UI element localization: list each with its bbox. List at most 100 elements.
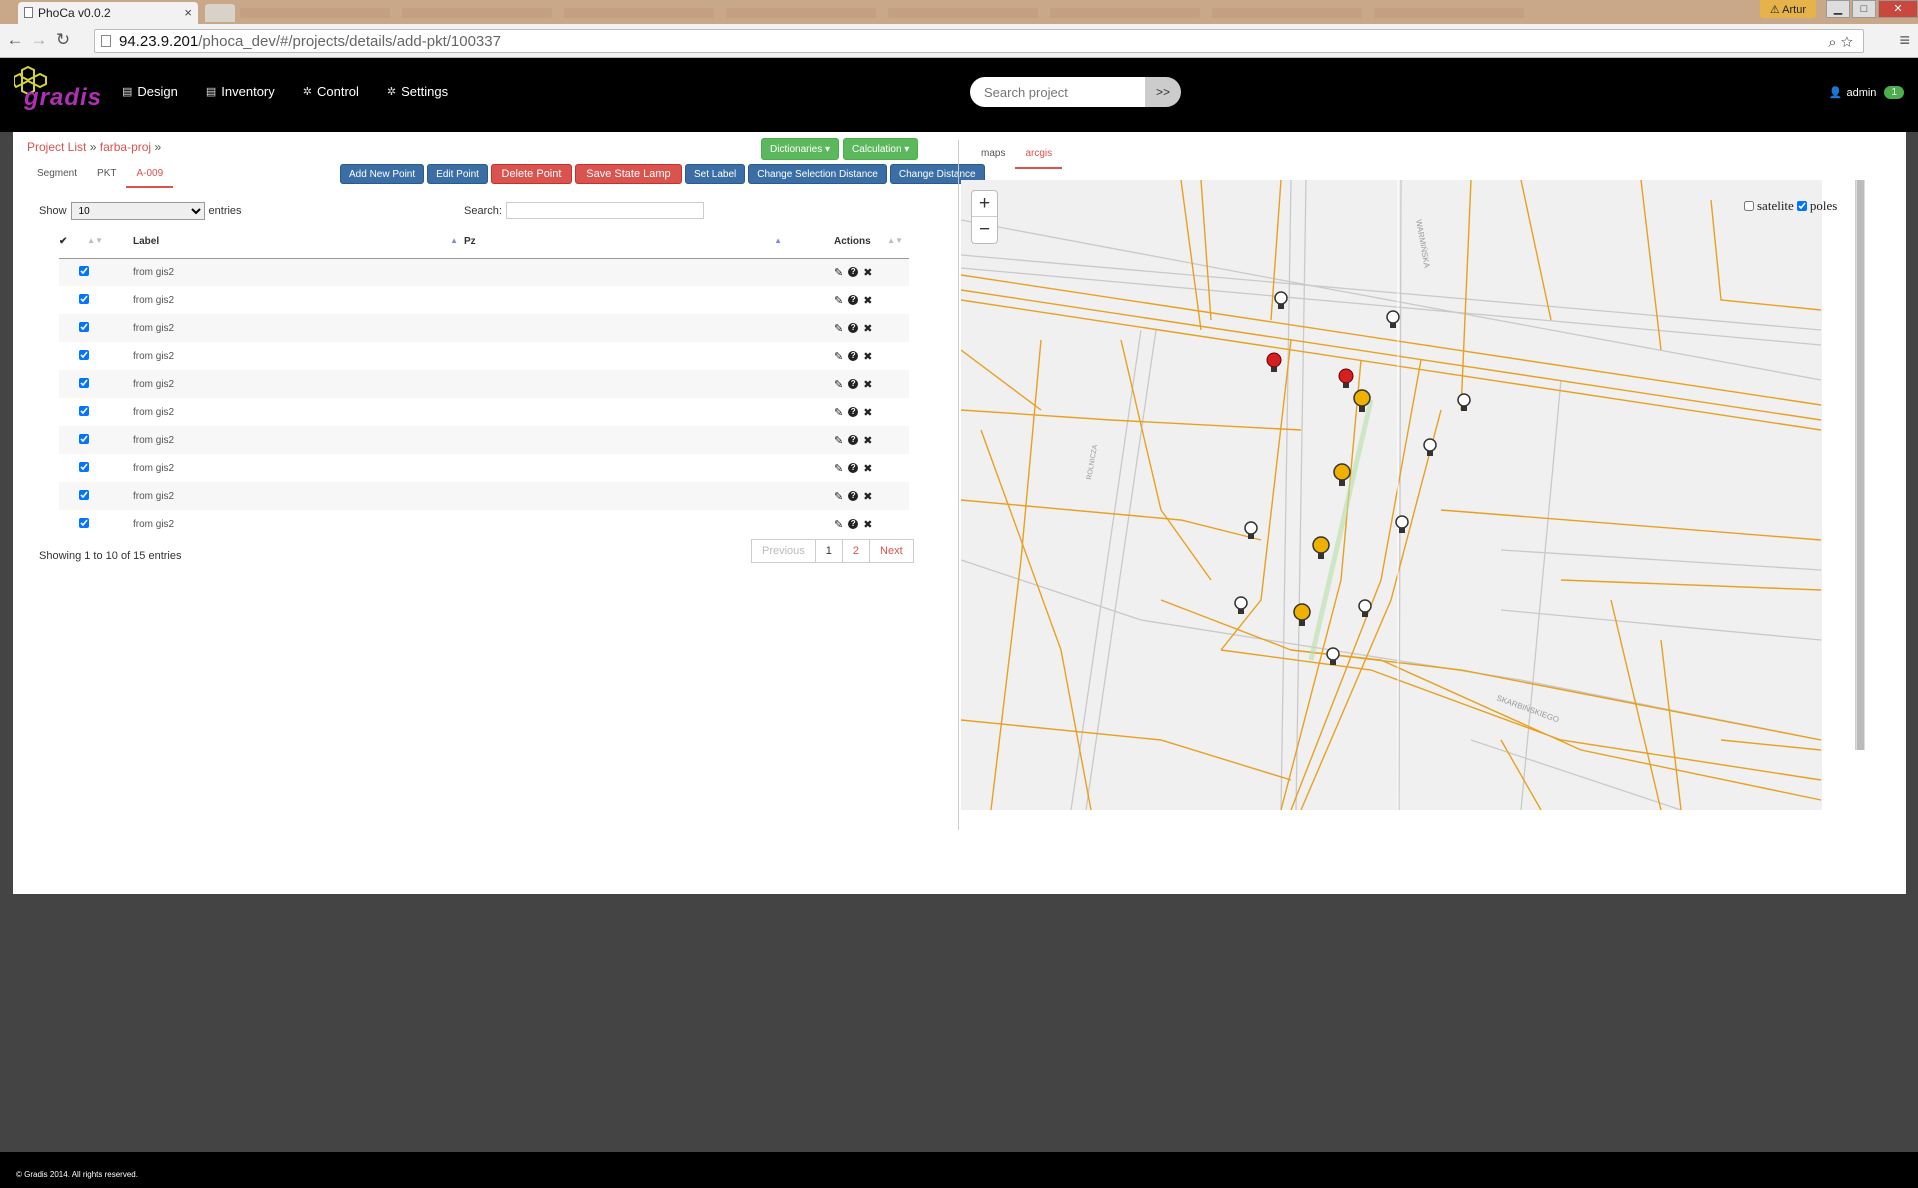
edit-pencil-icon[interactable]: ✎ [834, 322, 843, 335]
pager-page-1[interactable]: 1 [814, 539, 843, 563]
nav-control[interactable]: ✲ Control [303, 84, 359, 99]
row-checkbox[interactable] [79, 349, 89, 360]
row-checkbox[interactable] [79, 405, 89, 416]
delete-x-icon[interactable]: ✖ [863, 518, 872, 531]
user-menu[interactable]: 👤 admin 1 [1829, 86, 1904, 99]
map-canvas[interactable]: WARMIŃSKA SKARBIŃSKIEGO ROLNICZA + − [961, 180, 1822, 810]
page-length-select[interactable]: 10 [70, 202, 205, 220]
info-icon[interactable]: ? [848, 435, 859, 445]
row-checkbox[interactable] [79, 293, 89, 304]
table-row[interactable]: from gis2 ✎? ✖ [59, 286, 909, 314]
tab-close-icon[interactable]: × [184, 5, 192, 20]
column-label[interactable]: Label ▲ [109, 226, 464, 259]
maximize-button[interactable]: □ [1852, 0, 1876, 18]
zoom-out-button[interactable]: − [972, 217, 997, 243]
delete-x-icon[interactable]: ✖ [863, 266, 872, 279]
edit-pencil-icon[interactable]: ✎ [834, 266, 843, 279]
back-icon[interactable]: ← [4, 30, 26, 52]
info-icon[interactable]: ? [848, 267, 859, 278]
edit-pencil-icon[interactable]: ✎ [834, 462, 843, 475]
set-label-button[interactable]: Set Label [684, 164, 746, 184]
edit-pencil-icon[interactable]: ✎ [834, 518, 843, 531]
select-all-header[interactable]: ✔ ▲▼ [59, 226, 109, 259]
browser-tab-active[interactable]: PhoCa v0.0.2 × [18, 2, 198, 24]
save-state-lamp-button[interactable]: Save State Lamp [574, 164, 682, 184]
table-row[interactable]: from gis2 ✎? ✖ [59, 258, 909, 286]
tab-a009[interactable]: A-009 [126, 162, 174, 188]
info-icon[interactable]: ? [848, 519, 859, 529]
delete-x-icon[interactable]: ✖ [863, 322, 872, 335]
row-checkbox[interactable] [79, 265, 89, 276]
tab-arcgis[interactable]: arcgis [1015, 144, 1063, 169]
zoom-in-button[interactable]: + [972, 191, 997, 217]
tab-maps[interactable]: maps [971, 144, 1015, 169]
column-actions[interactable]: Actions ▲▼ [788, 226, 909, 259]
poles-checkbox[interactable] [1796, 201, 1807, 211]
browser-menu-icon[interactable]: ≡ [1899, 30, 1910, 51]
table-row[interactable]: from gis2 ✎? ✖ [59, 398, 909, 426]
breadcrumb-project[interactable]: farba-proj [100, 140, 151, 154]
pager-previous[interactable]: Previous [751, 539, 816, 563]
map-scrollbar[interactable] [1855, 180, 1865, 750]
info-icon[interactable]: ? [848, 295, 859, 305]
edit-pencil-icon[interactable]: ✎ [834, 490, 843, 503]
nav-design[interactable]: ▤ Design [122, 84, 178, 99]
row-checkbox[interactable] [79, 433, 89, 444]
edit-pencil-icon[interactable]: ✎ [834, 434, 843, 447]
row-checkbox[interactable] [79, 461, 89, 472]
delete-x-icon[interactable]: ✖ [863, 294, 872, 307]
search-project-button[interactable]: >> [1145, 77, 1181, 107]
info-icon[interactable]: ? [848, 407, 859, 417]
delete-x-icon[interactable]: ✖ [863, 462, 872, 475]
delete-x-icon[interactable]: ✖ [863, 406, 872, 419]
pager-next[interactable]: Next [869, 539, 914, 563]
new-tab-button[interactable] [205, 4, 235, 22]
row-checkbox[interactable] [79, 489, 89, 500]
delete-point-button[interactable]: Delete Point [490, 164, 572, 184]
edit-pencil-icon[interactable]: ✎ [834, 406, 843, 419]
table-row[interactable]: from gis2 ✎? ✖ [59, 342, 909, 370]
breadcrumb-project-list[interactable]: Project List [27, 140, 86, 154]
tab-segment[interactable]: Segment [27, 162, 87, 188]
forward-icon[interactable]: → [28, 30, 50, 52]
change-selection-distance-button[interactable]: Change Selection Distance [748, 164, 887, 184]
delete-x-icon[interactable]: ✖ [863, 350, 872, 363]
edit-point-button[interactable]: Edit Point [427, 164, 488, 184]
row-checkbox[interactable] [79, 321, 89, 332]
table-row[interactable]: from gis2 ✎? ✖ [59, 314, 909, 342]
tab-pkt[interactable]: PKT [87, 162, 126, 188]
satelite-checkbox[interactable] [1744, 201, 1754, 211]
search-project-input[interactable] [970, 77, 1145, 107]
info-icon[interactable]: ? [848, 491, 859, 501]
table-row[interactable]: from gis2 ✎? ✖ [59, 454, 909, 482]
row-checkbox[interactable] [79, 377, 89, 388]
dictionaries-button[interactable]: Dictionaries ▾ [761, 138, 840, 160]
info-icon[interactable]: ? [848, 323, 859, 333]
calculation-button[interactable]: Calculation ▾ [843, 138, 919, 160]
edit-pencil-icon[interactable]: ✎ [834, 294, 843, 307]
column-pz[interactable]: Pz ▲ [464, 226, 788, 259]
table-search-input[interactable] [505, 202, 704, 219]
table-row[interactable]: from gis2 ✎? ✖ [59, 426, 909, 454]
reload-icon[interactable]: ↻ [52, 30, 74, 52]
minimize-button[interactable]: ▁ [1826, 0, 1850, 18]
info-icon[interactable]: ? [848, 463, 859, 473]
delete-x-icon[interactable]: ✖ [863, 490, 872, 503]
table-row[interactable]: from gis2 ✎? ✖ [59, 510, 909, 538]
nav-settings[interactable]: ✲ Settings [387, 84, 448, 99]
scrollbar-thumb[interactable] [1857, 180, 1864, 750]
nav-inventory[interactable]: ▤ Inventory [206, 84, 275, 99]
window-close-button[interactable]: ✕ [1878, 0, 1918, 18]
table-row[interactable]: from gis2 ✎? ✖ [59, 370, 909, 398]
edit-pencil-icon[interactable]: ✎ [834, 350, 843, 363]
url-bar[interactable]: 94.23.9.201/phoca_dev/#/projects/details… [94, 29, 1864, 53]
pager-page-2[interactable]: 2 [841, 539, 871, 563]
info-icon[interactable]: ? [848, 379, 859, 389]
info-icon[interactable]: ? [848, 351, 859, 361]
edit-pencil-icon[interactable]: ✎ [834, 378, 843, 391]
row-checkbox[interactable] [79, 517, 89, 528]
bookmark-star-icon[interactable]: ⌕ ☆ [1828, 34, 1853, 51]
add-new-point-button[interactable]: Add New Point [340, 164, 425, 184]
browser-user-badge[interactable]: ⚠ Artur [1759, 0, 1816, 18]
delete-x-icon[interactable]: ✖ [863, 434, 872, 447]
